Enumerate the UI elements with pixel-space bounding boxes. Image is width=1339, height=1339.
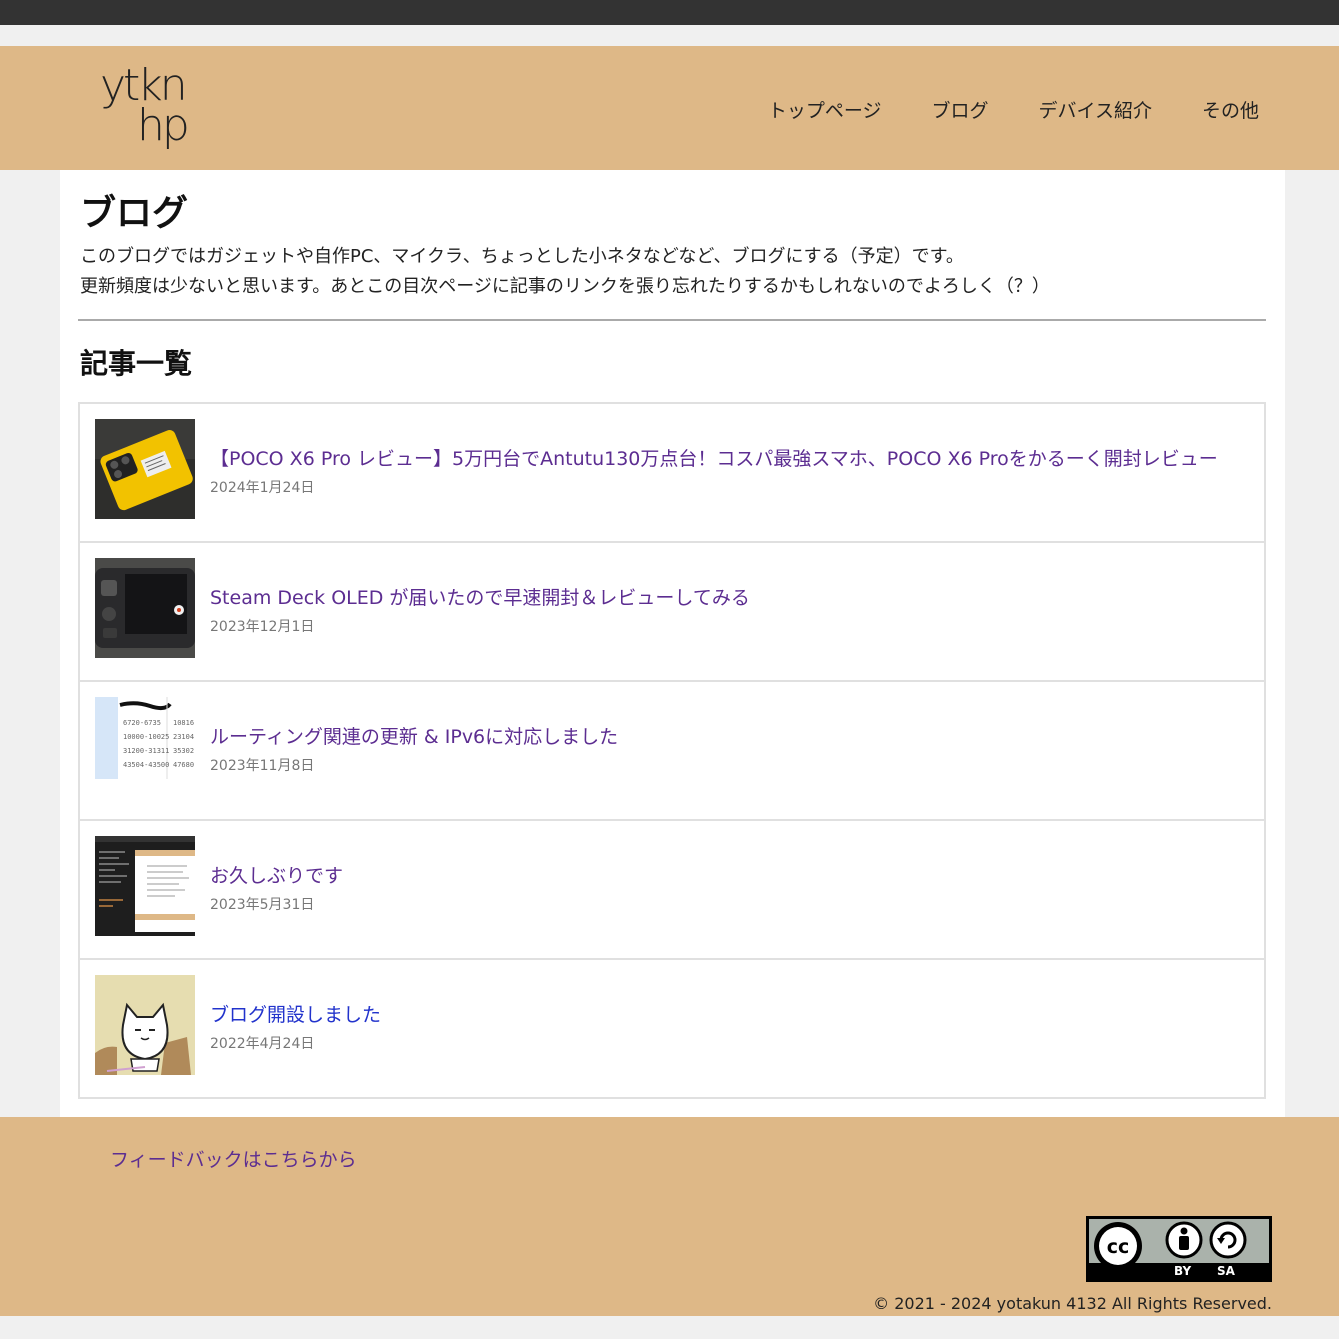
- intro-line: 更新頻度は少ないと思います。あとこの目次ページに記事のリンクを張り忘れたりするか…: [80, 276, 1050, 297]
- nav-devices[interactable]: デバイス紹介: [1039, 96, 1152, 123]
- intro-line: このブログではガジェットや自作PC、マイクラ、ちょっとした小ネタなどなど、ブログ…: [80, 246, 964, 267]
- page-title: ブログ: [80, 193, 189, 234]
- site-footer: フィードバックはこちらから cc BY SA © 2021 - 2024 yot…: [0, 1117, 1339, 1316]
- article-date: 2023年11月8日: [210, 758, 315, 774]
- svg-text:cc: cc: [1107, 1236, 1130, 1258]
- copyright-text: © 2021 - 2024 yotakun 4132 All Rights Re…: [873, 1294, 1272, 1313]
- browser-top-bar: [0, 0, 1339, 25]
- site-header: ytkn hp トップページ ブログ デバイス紹介 その他: [0, 46, 1339, 170]
- cc-sa-label: SA: [1217, 1264, 1235, 1278]
- divider: [78, 319, 1266, 321]
- svg-text:6720-6735: 6720-6735: [123, 719, 161, 727]
- article-date: 2023年12月1日: [210, 619, 315, 635]
- list-item: ブログ開設しました 2022年4月24日: [80, 960, 1264, 1097]
- intro-text: このブログではガジェットや自作PC、マイクラ、ちょっとした小ネタなどなど、ブログ…: [80, 242, 1050, 302]
- svg-text:47680: 47680: [173, 761, 194, 769]
- main-nav: トップページ ブログ デバイス紹介 その他: [768, 96, 1259, 123]
- cc-by-label: BY: [1174, 1264, 1192, 1278]
- list-item: お久しぶりです 2023年5月31日: [80, 821, 1264, 960]
- cat-illustration-icon[interactable]: [95, 975, 195, 1075]
- nav-top-page[interactable]: トップページ: [768, 96, 882, 123]
- article-date: 2022年4月24日: [210, 1036, 315, 1052]
- article-title-link[interactable]: お久しぶりです: [210, 861, 343, 888]
- article-title-link[interactable]: Steam Deck OLED が届いたので早速開封＆レビューしてみる: [210, 583, 750, 610]
- svg-text:10816: 10816: [173, 719, 194, 727]
- article-title-link[interactable]: ブログ開設しました: [210, 1000, 381, 1027]
- article-date: 2024年1月24日: [210, 480, 315, 496]
- article-title-link[interactable]: ルーティング関連の更新 & IPv6に対応しました: [210, 722, 618, 749]
- table-screenshot-icon[interactable]: 6720-6735 10816 10000-10025 23104 31200-31…: [95, 697, 195, 797]
- cc-by-sa-license-icon[interactable]: cc BY SA: [1086, 1216, 1272, 1282]
- nav-other[interactable]: その他: [1202, 96, 1259, 123]
- svg-text:43504-43500: 43504-43500: [123, 761, 169, 769]
- code-editor-screenshot-icon[interactable]: [95, 836, 195, 936]
- article-title-link[interactable]: 【POCO X6 Pro レビュー】5万円台でAntutu130万点台！コスパ最…: [210, 444, 1218, 471]
- site-logo[interactable]: ytkn hp: [100, 64, 200, 156]
- phone-photo-icon[interactable]: [95, 419, 195, 519]
- list-item: 6720-6735 10816 10000-10025 23104 31200-31…: [80, 682, 1264, 821]
- svg-text:10000-10025: 10000-10025: [123, 733, 169, 741]
- svg-text:23104: 23104: [173, 733, 194, 741]
- nav-blog[interactable]: ブログ: [932, 96, 989, 123]
- article-date: 2023年5月31日: [210, 897, 315, 913]
- list-item: 【POCO X6 Pro レビュー】5万円台でAntutu130万点台！コスパ最…: [80, 404, 1264, 543]
- logo-line2: hp: [137, 100, 190, 151]
- main-content: ブログ このブログではガジェットや自作PC、マイクラ、ちょっとした小ネタなどなど…: [60, 170, 1285, 1117]
- section-title: 記事一覧: [80, 347, 193, 380]
- list-item: Steam Deck OLED が届いたので早速開封＆レビューしてみる 2023…: [80, 543, 1264, 682]
- svg-text:31200-31311: 31200-31311: [123, 747, 169, 755]
- handheld-console-photo-icon[interactable]: [95, 558, 195, 658]
- article-list: 【POCO X6 Pro レビュー】5万円台でAntutu130万点台！コスパ最…: [78, 402, 1266, 1099]
- feedback-link[interactable]: フィードバックはこちらから: [110, 1145, 357, 1172]
- svg-text:35302: 35302: [173, 747, 194, 755]
